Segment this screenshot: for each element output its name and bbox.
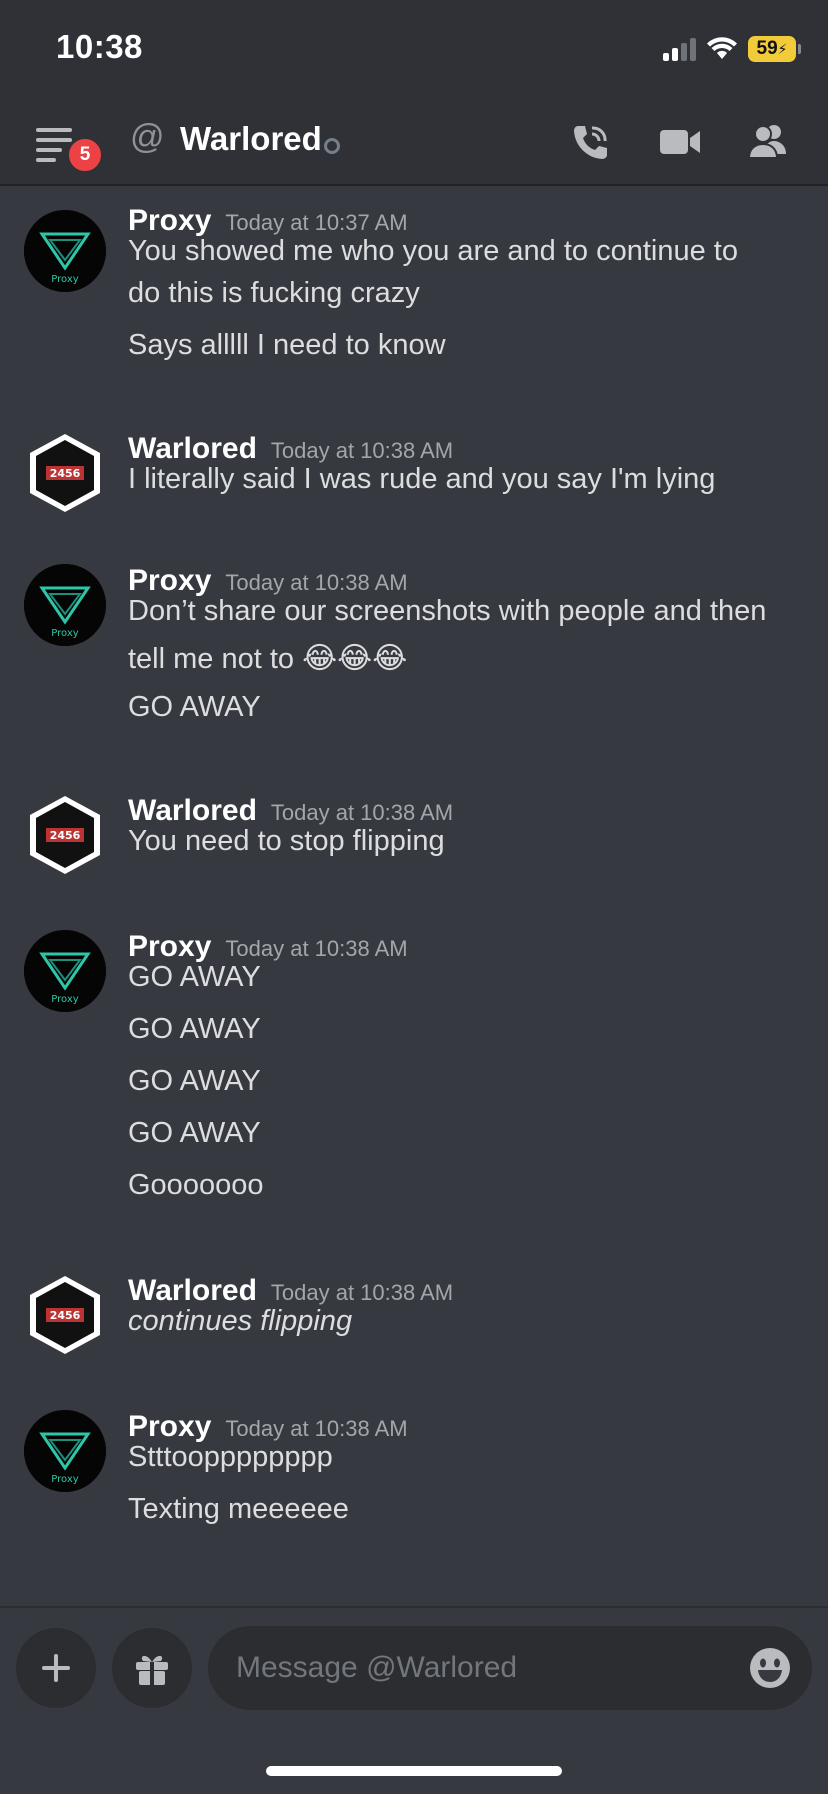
proxy-avatar[interactable]: Proxy — [24, 930, 106, 1012]
message-text: GO AWAY — [128, 691, 261, 723]
message-text: tell me not to — [128, 643, 295, 675]
message-text: Gooooooo — [128, 1169, 264, 1201]
phone-icon[interactable] — [568, 120, 612, 164]
message-input[interactable] — [208, 1626, 812, 1710]
warlored-avatar[interactable]: 2456 — [24, 794, 106, 876]
avatar-text: 2456 — [50, 829, 81, 842]
plus-icon — [42, 1654, 70, 1682]
add-attachment-button[interactable] — [16, 1628, 96, 1708]
warlored-avatar[interactable]: 2456 — [24, 432, 106, 514]
status-bar: 10:38 59 ⚡ — [0, 0, 828, 96]
video-icon[interactable] — [658, 120, 702, 164]
home-indicator[interactable] — [266, 1766, 562, 1776]
message-text: do this is fucking crazy — [128, 277, 420, 309]
wifi-icon — [707, 37, 737, 59]
message-text: continues flipping — [128, 1305, 353, 1337]
message-text: Texting meeeeee — [128, 1493, 349, 1525]
dm-header: 5 @ Warlored — [0, 96, 828, 186]
status-icons: 59 ⚡ — [663, 34, 801, 64]
avatar-text: Proxy — [51, 994, 78, 1005]
avatar-text: 2456 — [50, 467, 81, 480]
proxy-avatar[interactable]: Proxy — [24, 210, 106, 292]
offline-status-icon — [324, 138, 340, 154]
gift-icon — [136, 1655, 168, 1685]
message-text: Don’t share our screenshots with people … — [128, 595, 767, 627]
avatar-text: Proxy — [51, 628, 78, 639]
cellular-signal-icon — [663, 37, 696, 61]
message-text: I literally said I was rude and you say … — [128, 463, 716, 495]
message-text: GO AWAY — [128, 1117, 261, 1149]
message-text: GO AWAY — [128, 1065, 261, 1097]
avatar-text: Proxy — [51, 1474, 78, 1485]
proxy-avatar[interactable]: Proxy — [24, 1410, 106, 1492]
message-text: GO AWAY — [128, 961, 261, 993]
warlored-avatar[interactable]: 2456 — [24, 1274, 106, 1356]
channel-title[interactable]: Warlored — [180, 120, 322, 158]
avatar-text: 2456 — [50, 1309, 81, 1322]
unread-badge: 5 — [66, 136, 104, 174]
proxy-avatar[interactable]: Proxy — [24, 564, 106, 646]
message-text: Stttoopppppppp — [128, 1441, 333, 1473]
message-text: You showed me who you are and to continu… — [128, 235, 738, 267]
message-text: GO AWAY — [128, 1013, 261, 1045]
battery-level: 59 — [756, 38, 778, 59]
laughing-emoji: 😂😂😂 — [302, 641, 408, 676]
battery-icon: 59 ⚡ — [748, 36, 801, 62]
at-icon: @ — [130, 118, 165, 156]
emoji-icon[interactable] — [748, 1646, 792, 1690]
gift-button[interactable] — [112, 1628, 192, 1708]
message-text: You need to stop flipping — [128, 825, 445, 857]
members-icon[interactable] — [746, 120, 790, 164]
message-text: Says alllll I need to know — [128, 329, 446, 361]
clock: 10:38 — [56, 28, 143, 65]
avatar-text: Proxy — [51, 274, 78, 285]
message-text-with-emoji: tell me not to 😂😂😂 — [128, 638, 407, 680]
